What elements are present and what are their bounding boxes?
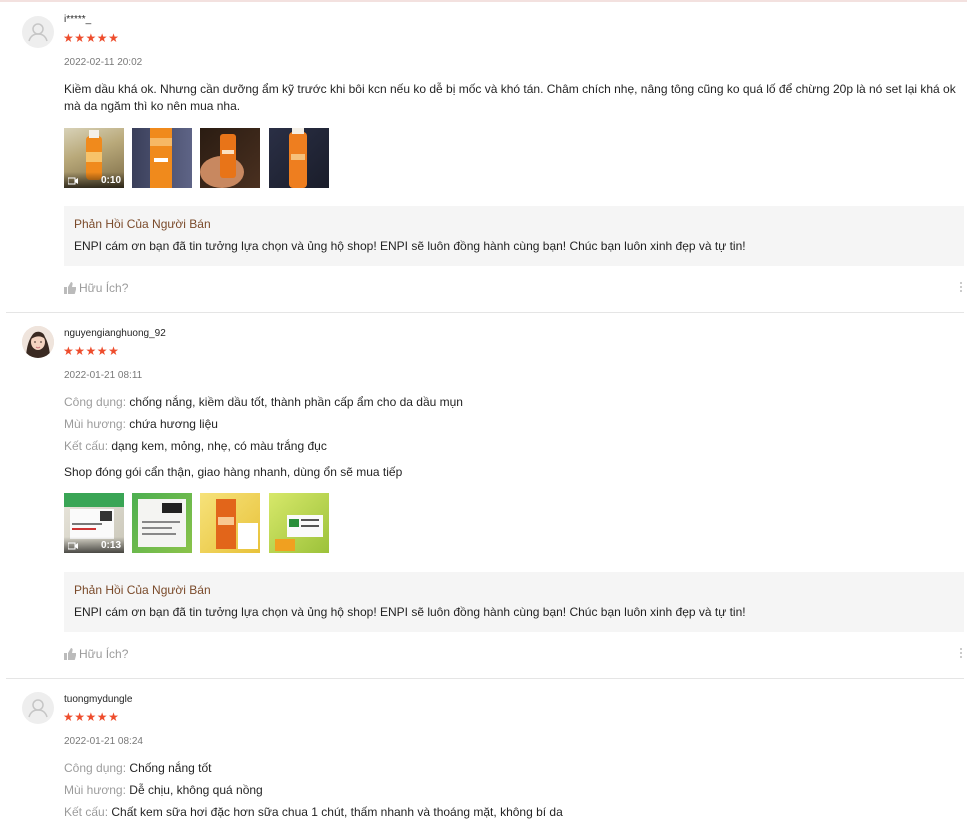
star-icon: ★	[108, 344, 120, 358]
star-icon: ★	[96, 344, 109, 358]
star-icon: ★	[74, 31, 86, 45]
review-content: Shop đóng gói cẩn thận, giao hàng nhanh,…	[64, 465, 403, 479]
attribute-label: Công dụng:	[64, 761, 127, 775]
seller-reply-title: Phản Hồi Của Người Bán	[74, 217, 211, 231]
star-icon: ★	[108, 710, 120, 724]
star-icon: ★	[63, 344, 75, 358]
video-badge: 0:13	[64, 537, 124, 553]
review-content: Kiềm dầu khá ok. Nhưng cần dưỡng ẩm kỹ t…	[64, 82, 956, 113]
star-icon: ★	[85, 31, 97, 45]
helpful-label: Hữu Ích?	[79, 281, 129, 295]
helpful-label: Hữu Ích?	[79, 647, 129, 661]
default-avatar-icon	[28, 699, 48, 718]
attribute-label: Mùi hương:	[64, 783, 126, 797]
review-image-thumbnail[interactable]	[269, 128, 329, 188]
seller-reply-text: ENPI cám ơn bạn đã tin tưởng lựa chọn và…	[74, 605, 746, 619]
avatar[interactable]	[22, 692, 54, 724]
rating-stars: ★★★★★	[63, 31, 119, 45]
star-icon: ★	[85, 344, 97, 358]
attribute-row: Kết cấu: dạng kem, mỏng, nhẹ, có màu trắ…	[64, 438, 327, 455]
seller-reply: Phản Hồi Của Người Bán ENPI cám ơn bạn đ…	[64, 572, 964, 632]
attribute-label: Kết cấu:	[64, 805, 109, 819]
thumbs-up-icon	[64, 282, 76, 294]
review-date: 2022-01-21 08:24	[64, 736, 143, 747]
avatar[interactable]	[22, 326, 54, 358]
review-image-thumbnail[interactable]	[132, 128, 192, 188]
avatar[interactable]	[22, 16, 54, 48]
review-video-thumbnail[interactable]: 0:13	[64, 493, 124, 553]
star-icon: ★	[74, 710, 86, 724]
video-duration: 0:10	[100, 175, 121, 186]
review-divider	[6, 312, 964, 313]
star-icon: ★	[96, 710, 109, 724]
review-date: 2022-01-21 08:11	[64, 370, 143, 381]
attribute-row: Mùi hương: chứa hương liệu	[64, 416, 218, 433]
star-icon: ★	[63, 710, 75, 724]
username[interactable]: nguyengianghuong_92	[64, 328, 166, 339]
video-duration: 0:13	[100, 540, 121, 551]
attribute-label: Mùi hương:	[64, 417, 126, 431]
username[interactable]: i*****_	[64, 14, 91, 25]
seller-reply: Phản Hồi Của Người Bán ENPI cám ơn bạn đ…	[64, 206, 964, 266]
star-icon: ★	[74, 344, 86, 358]
attribute-row: Công dụng: chống nắng, kiềm dầu tốt, thà…	[64, 394, 463, 411]
review-image-thumbnail[interactable]	[132, 493, 192, 553]
video-camera-icon	[68, 177, 78, 185]
top-border	[0, 0, 967, 2]
seller-reply-title: Phản Hồi Của Người Bán	[74, 583, 211, 597]
star-icon: ★	[108, 31, 120, 45]
attribute-value: Chất kem sữa hơi đặc hơn sữa chua 1 chút…	[111, 805, 563, 819]
attribute-label: Kết cấu:	[64, 439, 109, 453]
attribute-value: Chống nắng tốt	[129, 761, 212, 775]
attribute-row: Mùi hương: Dễ chịu, không quá nồng	[64, 782, 263, 799]
helpful-button[interactable]: Hữu Ích?	[64, 281, 128, 295]
attribute-label: Công dụng:	[64, 395, 127, 409]
more-options-icon[interactable]	[958, 280, 964, 296]
video-camera-icon	[68, 542, 78, 550]
default-avatar-icon	[28, 23, 48, 42]
star-icon: ★	[85, 710, 97, 724]
attribute-value: chống nắng, kiềm dầu tốt, thành phần cấp…	[129, 395, 463, 409]
attribute-row: Kết cấu: Chất kem sữa hơi đặc hơn sữa ch…	[64, 804, 563, 821]
review-image-thumbnail[interactable]	[200, 493, 260, 553]
rating-stars: ★★★★★	[63, 344, 119, 358]
star-icon: ★	[96, 31, 109, 45]
more-options-icon[interactable]	[958, 646, 964, 662]
attribute-value: chứa hương liệu	[129, 417, 218, 431]
thumbs-up-icon	[64, 648, 76, 660]
review-video-thumbnail[interactable]: 0:10	[64, 128, 124, 188]
seller-reply-text: ENPI cám ơn bạn đã tin tưởng lựa chọn và…	[74, 239, 746, 253]
attribute-value: Dễ chịu, không quá nồng	[129, 783, 263, 797]
rating-stars: ★★★★★	[63, 710, 119, 724]
star-icon: ★	[63, 31, 75, 45]
user-photo-icon	[22, 326, 54, 358]
helpful-button[interactable]: Hữu Ích?	[64, 647, 128, 661]
username[interactable]: tuongmydungle	[64, 694, 132, 705]
review-image-thumbnail[interactable]	[269, 493, 329, 553]
review-divider	[6, 678, 964, 679]
attribute-row: Công dụng: Chống nắng tốt	[64, 760, 211, 777]
video-badge: 0:10	[64, 172, 124, 188]
attribute-value: dạng kem, mỏng, nhẹ, có màu trắng đục	[111, 439, 327, 453]
review-date: 2022-02-11 20:02	[64, 57, 143, 68]
review-image-thumbnail[interactable]	[200, 128, 260, 188]
